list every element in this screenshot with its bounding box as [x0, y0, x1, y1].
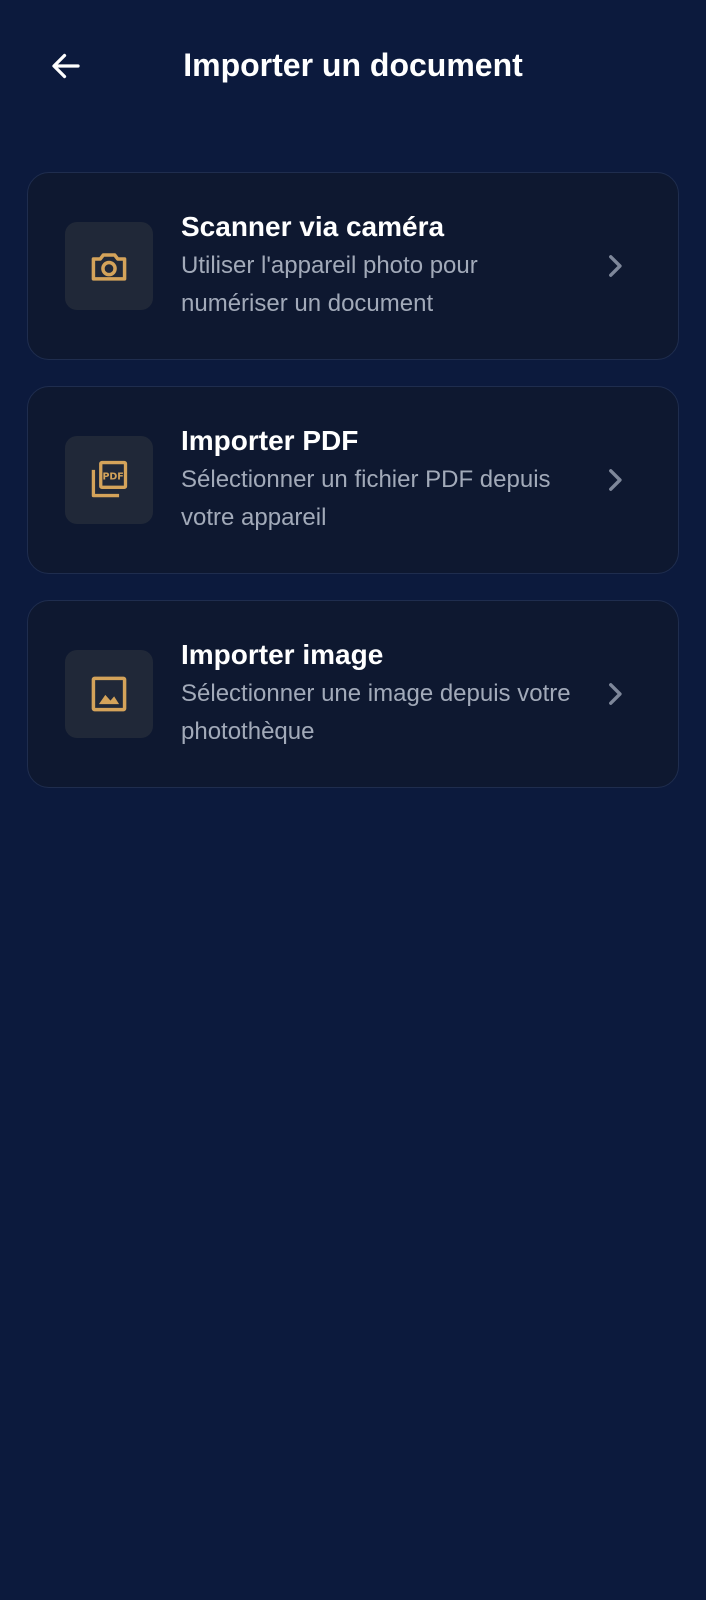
option-title: Scanner via caméra [181, 211, 445, 242]
option-icon-container [65, 650, 153, 738]
import-image-option[interactable]: Importer image Sélectionner une image de… [27, 600, 679, 788]
page-title: Importer un document [183, 47, 523, 83]
option-text: Importer image Sélectionner une image de… [181, 637, 581, 751]
chevron-right-icon [609, 255, 622, 277]
svg-text:PDF: PDF [102, 471, 123, 482]
pdf-file-icon: PDF [91, 460, 128, 498]
option-description: Utiliser l'appareil photo pour numériser… [181, 252, 478, 317]
camera-icon [91, 253, 127, 281]
scan-camera-option[interactable]: Scanner via caméra Utiliser l'appareil p… [27, 172, 679, 360]
option-description: Sélectionner une image depuis votre phot… [181, 680, 571, 745]
import-options-list: Scanner via caméra Utiliser l'appareil p… [27, 172, 679, 814]
option-text: Scanner via caméra Utiliser l'appareil p… [181, 209, 581, 323]
option-icon-container [65, 222, 153, 310]
import-pdf-option[interactable]: PDF Importer PDF Sélectionner un fichier… [27, 386, 679, 574]
chevron-right-icon [609, 469, 622, 491]
option-title: Importer PDF [181, 425, 359, 456]
option-title: Importer image [181, 639, 384, 670]
chevron-right-icon [609, 683, 622, 705]
option-text: Importer PDF Sélectionner un fichier PDF… [181, 423, 581, 537]
image-icon [91, 676, 127, 712]
option-icon-container: PDF [65, 436, 153, 524]
app-bar: Importer un document [0, 0, 706, 130]
option-description: Sélectionner un fichier PDF depuis votre… [181, 466, 551, 531]
